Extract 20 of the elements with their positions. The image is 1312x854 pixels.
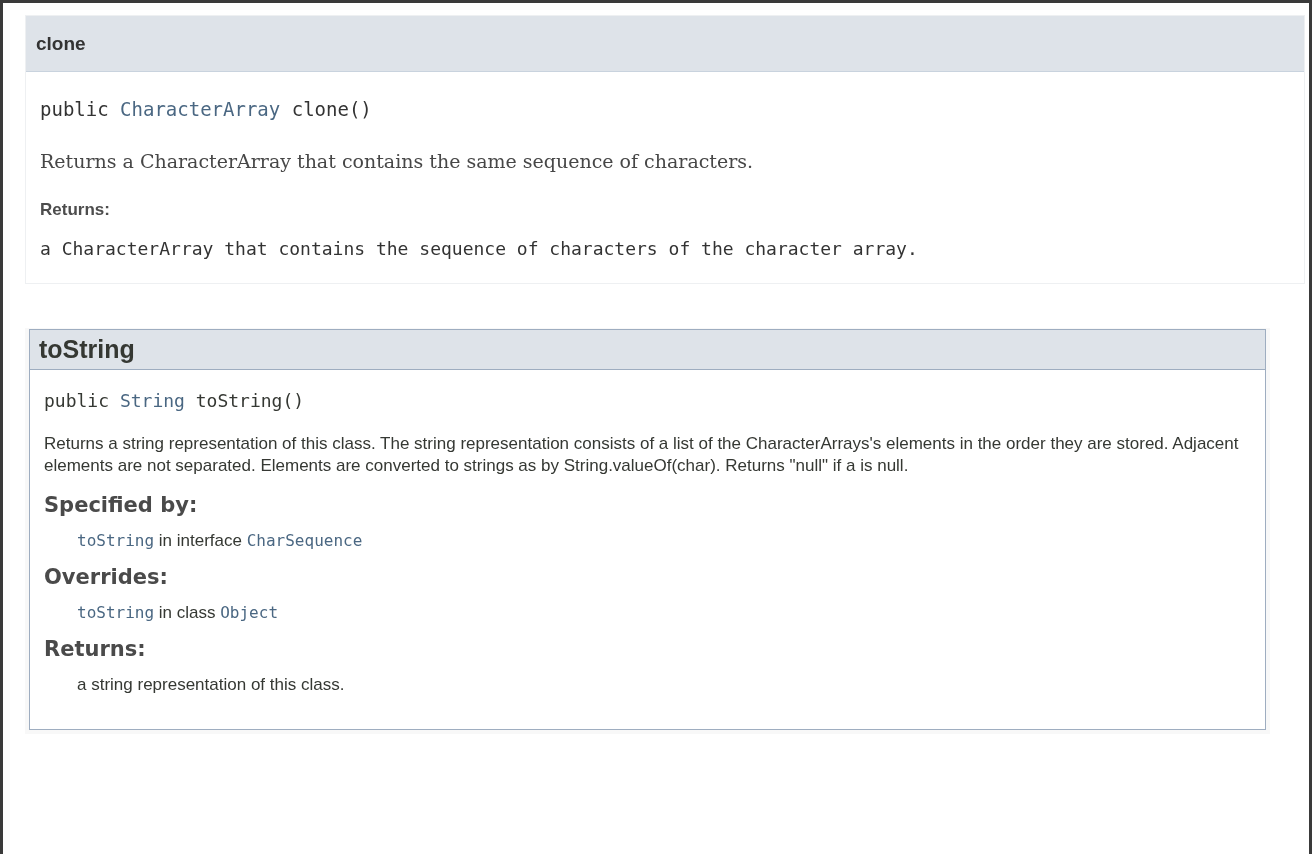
method-description: Returns a CharacterArray that contains the same sequence of characters. — [40, 150, 755, 172]
method-description: Returns a string representation of this class. The string representation consists of a list of the CharacterArrays's elements in the order they are stored. Adjacent elements are not separated. Elements are converted to strings as by String.valueOf(char). Returns "null" if a is null. — [44, 433, 1240, 477]
method-signature: public String toString() — [44, 390, 306, 411]
reference-text: in class — [158, 603, 216, 622]
method-header: toString — [30, 330, 1265, 370]
method-signature: public CharacterArray clone() — [40, 98, 373, 120]
method-link[interactable]: toString — [77, 531, 155, 550]
type-link[interactable]: String — [119, 390, 185, 411]
section-heading: Overrides: — [44, 565, 169, 589]
return-description: a string representation of this class. — [77, 675, 346, 695]
reference-text: in interface — [158, 531, 242, 550]
type-link[interactable]: CharSequence — [246, 531, 363, 550]
section-heading: Specified by: — [44, 493, 199, 517]
type-link[interactable]: Object — [220, 603, 278, 622]
method-header: clone — [26, 16, 1304, 72]
section-heading: Returns: — [40, 200, 111, 220]
method-link[interactable]: toString — [77, 603, 155, 622]
return-description: a CharacterArray that contains the sequence of characters of the character array. — [40, 238, 919, 259]
type-link[interactable]: CharacterArray — [120, 98, 281, 120]
section-heading: Returns: — [44, 637, 147, 661]
